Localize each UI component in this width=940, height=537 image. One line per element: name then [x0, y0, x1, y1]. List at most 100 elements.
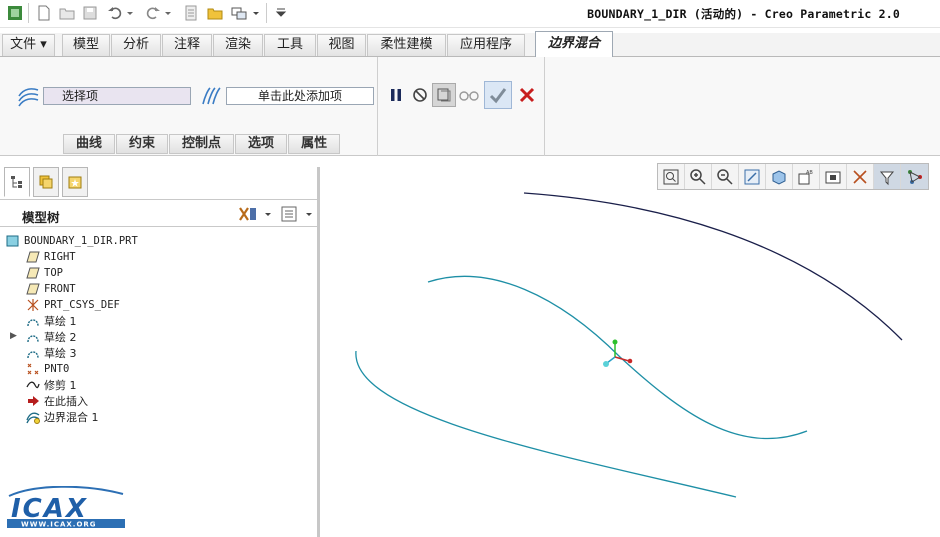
tree-node-insert-here[interactable]: 在此插入: [25, 393, 88, 409]
datum-plane-icon: [25, 249, 41, 265]
repaint-icon[interactable]: [739, 164, 766, 189]
tree-node-boundary-blend[interactable]: 边界混合 1: [25, 409, 99, 425]
tree-node-sketch-2[interactable]: 草绘 2: [25, 329, 77, 345]
verify-mode-icon[interactable]: [457, 83, 481, 107]
view-manager-icon[interactable]: [820, 164, 847, 189]
tree-node-label: 草绘 2: [44, 331, 77, 344]
tree-settings-icon[interactable]: [237, 205, 259, 223]
first-direction-curves-icon[interactable]: [16, 84, 42, 108]
tab-view[interactable]: 视图: [317, 34, 366, 56]
window-title: BOUNDARY_1_DIR (活动的) - Creo Parametric 2…: [587, 7, 900, 21]
graphics-window[interactable]: AB: [320, 157, 940, 537]
no-preview-icon[interactable]: [408, 83, 432, 107]
spin-center-icon[interactable]: [901, 164, 928, 189]
open-folder-icon[interactable]: [58, 4, 76, 22]
tab-folder-browser[interactable]: [33, 167, 59, 197]
subtab-control-points[interactable]: 控制点: [169, 134, 235, 154]
sketch-icon: [25, 345, 41, 361]
first-direction-collector[interactable]: 选择项: [43, 87, 191, 105]
datum-point-pnt0: [603, 339, 633, 367]
datum-point-icon: [25, 361, 41, 377]
first-direction-collector-text: 选择项: [62, 89, 99, 103]
tree-node-part[interactable]: BOUNDARY_1_DIR.PRT: [5, 233, 138, 249]
windows-icon[interactable]: [230, 4, 248, 22]
sketch-icon: [25, 313, 41, 329]
tree-show-dropdown-icon[interactable]: [304, 205, 314, 223]
undo-icon[interactable]: [106, 4, 124, 22]
tab-applications[interactable]: 应用程序: [447, 34, 525, 56]
save-icon[interactable]: [81, 4, 99, 22]
tree-node-label: BOUNDARY_1_DIR.PRT: [24, 235, 138, 247]
tree-node-csys[interactable]: PRT_CSYS_DEF: [25, 297, 120, 313]
tab-tools[interactable]: 工具: [264, 34, 316, 56]
tree-settings-dropdown-icon[interactable]: [263, 205, 273, 223]
curve-sketch-1: [523, 192, 903, 341]
tab-render[interactable]: 渲染: [213, 34, 263, 56]
tree-node-label: PRT_CSYS_DEF: [44, 299, 120, 311]
zoom-out-icon[interactable]: [712, 164, 739, 189]
datum-plane-icon: [25, 281, 41, 297]
redo-dropdown-icon[interactable]: [163, 4, 173, 22]
refit-icon[interactable]: [658, 164, 685, 189]
trim-icon: [25, 377, 41, 393]
folder-icon[interactable]: [206, 4, 224, 22]
tree-node-label: 边界混合 1: [44, 411, 99, 424]
tab-flexible-modeling[interactable]: 柔性建模: [367, 34, 446, 56]
tree-node-right[interactable]: RIGHT: [25, 249, 76, 265]
tab-favorites[interactable]: [62, 167, 88, 197]
app-logo-icon[interactable]: [6, 4, 24, 22]
logo-url: WWW.ICAX.ORG: [21, 521, 97, 529]
redo-icon[interactable]: [144, 4, 162, 22]
tab-boundary-blend[interactable]: 边界混合: [535, 31, 613, 57]
new-file-icon[interactable]: [35, 4, 53, 22]
tree-node-trim[interactable]: 修剪 1: [25, 377, 77, 393]
customize-toolbar-icon[interactable]: [272, 4, 290, 22]
tree-node-top[interactable]: TOP: [25, 265, 63, 281]
subtab-constraints[interactable]: 约束: [116, 134, 169, 154]
ribbon-divider: [377, 57, 378, 156]
tree-node-sketch-1[interactable]: 草绘 1: [25, 313, 77, 329]
undo-dropdown-icon[interactable]: [125, 4, 135, 22]
geometry-preview-icon[interactable]: [432, 83, 456, 107]
tree-node-sketch-3[interactable]: 草绘 3: [25, 345, 77, 361]
sketch-icon: [25, 329, 41, 345]
tab-model[interactable]: 模型: [62, 34, 110, 56]
datum-display-filters-icon[interactable]: [847, 164, 874, 189]
subtab-curves[interactable]: 曲线: [63, 134, 116, 154]
second-direction-curves-icon[interactable]: [198, 84, 224, 108]
csys-icon: [25, 297, 41, 313]
tree-node-label: 在此插入: [44, 395, 88, 408]
subtab-properties[interactable]: 属性: [288, 134, 341, 154]
tab-annotate[interactable]: 注释: [162, 34, 212, 56]
curve-sketch-2: [427, 275, 808, 440]
zoom-in-icon[interactable]: [685, 164, 712, 189]
ribbon-divider: [544, 57, 545, 156]
curve-sketch-3: [355, 350, 737, 498]
tree-show-icon[interactable]: [280, 205, 298, 223]
tree-node-point[interactable]: PNT0: [25, 361, 69, 377]
tab-file[interactable]: 文件 ▾: [2, 34, 55, 56]
tree-node-label: 修剪 1: [44, 379, 77, 392]
windows-dropdown-icon[interactable]: [251, 4, 261, 22]
cancel-x-icon[interactable]: [515, 83, 539, 107]
display-style-icon[interactable]: [766, 164, 793, 189]
annotation-display-icon[interactable]: [874, 164, 901, 189]
tree-node-label: 草绘 3: [44, 347, 77, 360]
subtab-options[interactable]: 选项: [235, 134, 288, 154]
tree-node-front[interactable]: FRONT: [25, 281, 76, 297]
confirm-check-icon[interactable]: [484, 81, 512, 109]
svg-text:AB: AB: [806, 170, 813, 176]
regenerate-icon[interactable]: [182, 4, 200, 22]
expand-arrow-icon[interactable]: ▶: [10, 331, 17, 341]
title-bar: BOUNDARY_1_DIR (活动的) - Creo Parametric 2…: [0, 0, 940, 28]
tree-node-label: RIGHT: [44, 251, 76, 263]
datum-plane-icon: [25, 265, 41, 281]
toolbar-divider: [28, 3, 29, 23]
second-direction-collector[interactable]: 单击此处添加项: [226, 87, 374, 105]
tab-analysis[interactable]: 分析: [111, 34, 161, 56]
tab-model-tree[interactable]: [4, 167, 30, 197]
pause-icon[interactable]: [384, 83, 408, 107]
tree-node-label: PNT0: [44, 363, 70, 375]
saved-orientations-icon[interactable]: AB: [793, 164, 820, 189]
model-tree-panel: 模型树 BOUNDARY_1_DIR.PRT RIGHT TOP FRONT P…: [0, 167, 320, 537]
